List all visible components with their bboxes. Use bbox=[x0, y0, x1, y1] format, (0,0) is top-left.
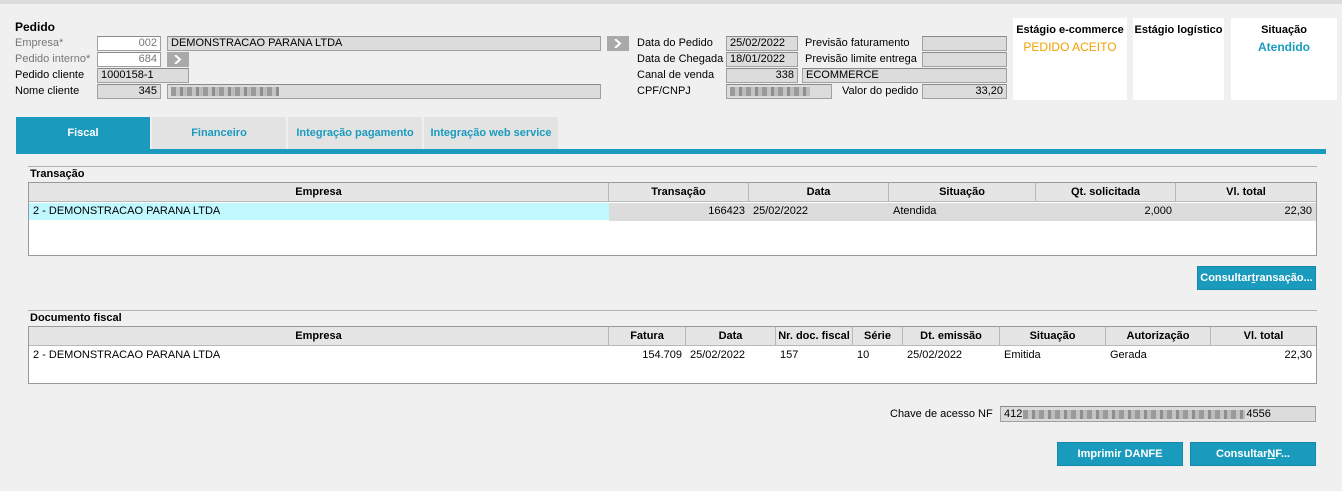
cell-data: 25/02/2022 bbox=[690, 349, 746, 361]
situation-box: Situação Atendido bbox=[1231, 18, 1337, 100]
ecommerce-stage-title: Estágio e-commerce bbox=[1016, 24, 1124, 36]
redacted-text bbox=[1023, 409, 1246, 419]
cell-fatura: 154.709 bbox=[642, 349, 682, 361]
ecommerce-stage-value: PEDIDO ACEITO bbox=[1023, 40, 1117, 54]
logistic-stage-box: Estágio logístico bbox=[1133, 18, 1224, 100]
data-chegada-label: Data de Chegada bbox=[637, 53, 724, 65]
divider bbox=[28, 166, 1317, 167]
documento-fiscal-title: Documento fiscal bbox=[30, 312, 122, 324]
tab-underline bbox=[16, 149, 1326, 154]
col-header-fatura[interactable]: Fatura bbox=[609, 327, 686, 346]
cpf-cnpj-label: CPF/CNPJ bbox=[637, 85, 691, 97]
consultar-nf-label-prefix: Consultar bbox=[1216, 448, 1268, 460]
redacted-text bbox=[730, 86, 810, 96]
data-pedido-field: 25/02/2022 bbox=[726, 36, 798, 51]
col-header-data[interactable]: Data bbox=[686, 327, 776, 346]
col-header-empresa[interactable]: Empresa bbox=[29, 183, 609, 202]
cell-empresa: 2 - DEMONSTRACAO PARANA LTDA bbox=[33, 349, 221, 361]
cell-empresa: 2 - DEMONSTRACAO PARANA LTDA bbox=[29, 203, 609, 220]
tab-integracao-web-service[interactable]: Integração web service bbox=[424, 117, 558, 149]
cell-transacao: 166423 bbox=[708, 205, 745, 217]
tab-financeiro[interactable]: Financeiro bbox=[152, 117, 286, 149]
nome-cliente-code-field: 345 bbox=[97, 84, 161, 99]
canal-venda-name-field: ECOMMERCE bbox=[802, 68, 1007, 83]
col-header-serie[interactable]: Série bbox=[853, 327, 903, 346]
col-header-dt-emissao[interactable]: Dt. emissão bbox=[903, 327, 1000, 346]
col-header-vl-total[interactable]: Vl. total bbox=[1211, 327, 1316, 346]
tab-integracao-pagamento[interactable]: Integração pagamento bbox=[288, 117, 422, 149]
col-header-transacao[interactable]: Transação bbox=[609, 183, 749, 202]
col-header-vl-total[interactable]: Vl. total bbox=[1176, 183, 1316, 202]
data-pedido-label: Data do Pedido bbox=[637, 37, 713, 49]
canal-venda-label: Canal de venda bbox=[637, 69, 715, 81]
empresa-lookup-button[interactable] bbox=[607, 36, 629, 51]
pedido-cliente-label: Pedido cliente bbox=[15, 69, 85, 81]
pedido-interno-field[interactable]: 684 bbox=[97, 52, 161, 67]
consultar-transacao-button[interactable]: Consultar t ransação... bbox=[1197, 266, 1316, 290]
valor-pedido-label: Valor do pedido bbox=[842, 85, 919, 97]
transacao-table: Empresa Transação Data Situação Qt. soli… bbox=[28, 182, 1317, 256]
col-header-nr-doc-fiscal[interactable]: Nr. doc. fiscal bbox=[776, 327, 853, 346]
situation-value: Atendido bbox=[1258, 40, 1310, 54]
cell-autorizacao: Gerada bbox=[1110, 349, 1147, 361]
previsao-faturamento-label: Previsão faturamento bbox=[805, 37, 910, 49]
cell-dt-emissao: 25/02/2022 bbox=[907, 349, 963, 361]
ecommerce-stage-box: Estágio e-commerce PEDIDO ACEITO bbox=[1013, 18, 1127, 100]
tab-fiscal[interactable]: Fiscal bbox=[16, 117, 150, 149]
valor-pedido-field: 33,20 bbox=[922, 84, 1007, 99]
chave-acesso-start: 412 bbox=[1004, 408, 1023, 420]
cell-qt-solicitada: 2,000 bbox=[1144, 205, 1172, 217]
table-row[interactable]: 2 - DEMONSTRACAO PARANA LTDA 166423 25/0… bbox=[29, 203, 1316, 221]
previsao-faturamento-field bbox=[922, 36, 1007, 51]
consultar-nf-label-suffix: F... bbox=[1275, 448, 1290, 460]
redacted-text bbox=[171, 86, 279, 96]
situation-title: Situação bbox=[1261, 24, 1307, 36]
col-header-qt-solicitada[interactable]: Qt. solicitada bbox=[1036, 183, 1176, 202]
previsao-entrega-label: Previsão limite entrega bbox=[805, 53, 917, 65]
logistic-stage-title: Estágio logístico bbox=[1134, 24, 1223, 36]
cell-nr-doc-fiscal: 157 bbox=[780, 349, 799, 361]
col-header-data[interactable]: Data bbox=[749, 183, 889, 202]
chave-acesso-end: 4556 bbox=[1246, 408, 1271, 420]
empresa-name-field: DEMONSTRACAO PARANA LTDA bbox=[167, 36, 601, 51]
canal-venda-code-field: 338 bbox=[726, 68, 798, 83]
consultar-transacao-label-prefix: Consultar bbox=[1200, 272, 1252, 284]
data-chegada-field: 18/01/2022 bbox=[726, 52, 798, 67]
nome-cliente-label: Nome cliente bbox=[15, 85, 80, 97]
col-header-empresa[interactable]: Empresa bbox=[29, 327, 609, 346]
empresa-label: Empresa* bbox=[15, 37, 64, 49]
documento-fiscal-table: Empresa Fatura Data Nr. doc. fiscal Séri… bbox=[28, 326, 1317, 384]
pedido-interno-label: Pedido interno* bbox=[15, 53, 91, 65]
divider bbox=[28, 310, 1317, 311]
pedido-interno-lookup-button[interactable] bbox=[167, 52, 189, 67]
chave-acesso-field: 412 4556 bbox=[1000, 406, 1316, 422]
imprimir-danfe-button[interactable]: Imprimir DANFE bbox=[1057, 442, 1183, 466]
table-row[interactable]: 2 - DEMONSTRACAO PARANA LTDA 154.709 25/… bbox=[29, 347, 1316, 365]
chevron-right-icon bbox=[614, 39, 622, 48]
cpf-cnpj-field bbox=[726, 84, 832, 99]
previsao-entrega-field bbox=[922, 52, 1007, 67]
pedido-title: Pedido bbox=[15, 20, 56, 34]
cell-vl-total: 22,30 bbox=[1284, 349, 1312, 361]
cell-vl-total: 22,30 bbox=[1284, 205, 1312, 217]
col-header-autorizacao[interactable]: Autorização bbox=[1106, 327, 1211, 346]
col-header-situacao[interactable]: Situação bbox=[889, 183, 1036, 202]
consultar-transacao-label-suffix: ransação... bbox=[1255, 272, 1313, 284]
consultar-nf-label-mnemonic: N bbox=[1267, 448, 1276, 460]
cell-situacao: Atendida bbox=[893, 205, 937, 217]
cell-data: 25/02/2022 bbox=[753, 205, 809, 217]
cell-situacao: Emitida bbox=[1004, 349, 1041, 361]
col-header-situacao[interactable]: Situação bbox=[1000, 327, 1106, 346]
empresa-code-field[interactable]: 002 bbox=[97, 36, 161, 51]
top-border bbox=[0, 0, 1342, 4]
transacao-title: Transação bbox=[30, 168, 85, 180]
pedido-cliente-field: 1000158-1 bbox=[97, 68, 189, 83]
chave-acesso-label: Chave de acesso NF bbox=[890, 408, 993, 420]
chevron-right-icon bbox=[174, 55, 182, 64]
cell-serie: 10 bbox=[857, 349, 870, 361]
nome-cliente-name-field bbox=[167, 84, 601, 99]
consultar-nf-button[interactable]: Consultar N F... bbox=[1190, 442, 1316, 466]
